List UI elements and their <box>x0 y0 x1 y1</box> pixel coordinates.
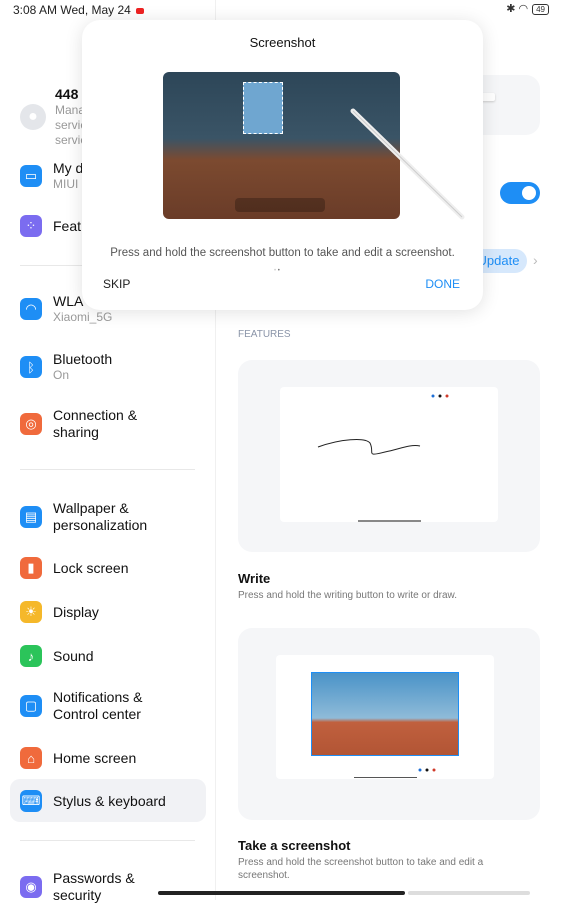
screenshot-title: Take a screenshot <box>238 838 351 853</box>
sidebar-item-label: Passwords & security <box>53 870 135 903</box>
features-header: FEATURES <box>238 329 291 340</box>
wifi-icon: ◠ <box>20 298 42 320</box>
chevron-right-icon: › <box>533 252 538 268</box>
keyboard-icon: ⌨ <box>20 790 42 812</box>
avatar: ● <box>20 104 46 130</box>
done-button[interactable]: DONE <box>425 277 460 291</box>
dialog-title: Screenshot <box>249 35 316 50</box>
screenshot-card[interactable] <box>238 628 540 820</box>
sun-icon: ☀ <box>20 601 42 623</box>
dialog-desc: Press and hold the screenshot button to … <box>110 247 455 259</box>
battery-icon: 49 <box>532 4 549 15</box>
sidebar-item-label: Bluetooth <box>53 351 113 367</box>
bluetooth-status-icon: ✱ <box>506 3 516 15</box>
status-icons: ✱ ◠ 49 <box>506 2 549 15</box>
stylus-image <box>350 108 465 220</box>
account-item[interactable]: ● 448 Manag servic servic <box>20 86 92 148</box>
sidebar-item-lock[interactable]: ▮ Lock screen <box>20 557 128 579</box>
sidebar-item-wallpaper[interactable]: ▤ Wallpaper & personalization <box>20 500 147 534</box>
sidebar-item-sub: On <box>53 368 70 382</box>
skip-button[interactable]: SKIP <box>103 277 130 291</box>
status-time: 3:08 AM Wed, May 24 <box>13 3 144 17</box>
sidebar-item-label: Lock screen <box>53 559 129 576</box>
sidebar-item-label: Connection & sharing <box>53 407 138 440</box>
sidebar-item-sub: MIUI <box>53 177 79 191</box>
screenshot-dialog: Screenshot Press and hold the screenshot… <box>82 20 483 310</box>
home-icon: ⌂ <box>20 747 42 769</box>
sidebar-item-label: Home screen <box>53 749 137 766</box>
wifi-status-icon: ◠ <box>518 3 529 15</box>
sidebar-item-connection[interactable]: ◎ Connection & sharing <box>20 407 137 441</box>
sidebar-item-label: Notifications & Control center <box>53 689 143 722</box>
sidebar-item-sub: Xiaomi_5G <box>53 310 113 324</box>
fingerprint-icon: ◉ <box>20 876 42 898</box>
sidebar-item-label: Wallpaper & personalization <box>53 500 148 533</box>
sidebar-item-my[interactable]: ▭ My d MIUI <box>20 160 83 192</box>
sidebar-item-label: Stylus & keyboard <box>53 792 166 809</box>
sidebar-item-label: Sound <box>53 647 94 664</box>
sidebar-item-display[interactable]: ☀ Display <box>20 601 99 623</box>
sidebar-item-label: Display <box>53 603 99 620</box>
write-title: Write <box>238 571 271 586</box>
screenshot-preview <box>276 655 494 779</box>
sidebar-item-stylus[interactable]: ⌨ Stylus & keyboard <box>20 790 166 812</box>
sidebar-item-label: Feat <box>53 217 82 234</box>
bluetooth-icon: ᛒ <box>20 356 42 378</box>
divider <box>20 469 195 470</box>
grid-icon: ⁘ <box>20 215 42 237</box>
write-card[interactable] <box>238 360 540 552</box>
page-indicator: • • <box>274 268 280 274</box>
screenshot-desc: Press and hold the screenshot button to … <box>238 857 484 881</box>
gesture-bar-secondary <box>408 891 530 895</box>
notification-icon: ▢ <box>20 695 42 717</box>
device-icon: ▭ <box>20 165 42 187</box>
write-preview <box>280 387 498 522</box>
sound-icon: ♪ <box>20 645 42 667</box>
scribble-image <box>317 394 449 522</box>
sidebar-item-sound[interactable]: ♪ Sound <box>20 645 93 667</box>
lock-icon: ▮ <box>20 557 42 579</box>
connection-icon: ◎ <box>20 413 42 435</box>
sidebar-item-bluetooth[interactable]: ᛒ Bluetooth On <box>20 351 112 383</box>
write-desc: Press and hold the writing button to wri… <box>238 590 458 601</box>
wallpaper-icon: ▤ <box>20 506 42 528</box>
sidebar-item-feat[interactable]: ⁘ Feat <box>20 215 81 237</box>
feature-toggle[interactable] <box>500 182 540 204</box>
youtube-notification-icon <box>135 7 144 14</box>
sidebar-item-home[interactable]: ⌂ Home screen <box>20 747 136 769</box>
sidebar-item-notifications[interactable]: ▢ Notifications & Control center <box>20 689 142 723</box>
gesture-bar[interactable] <box>158 891 405 895</box>
sidebar-item-passwords[interactable]: ◉ Passwords & security <box>20 870 135 904</box>
divider <box>20 840 195 841</box>
sidebar-item-label: My d <box>53 160 84 176</box>
